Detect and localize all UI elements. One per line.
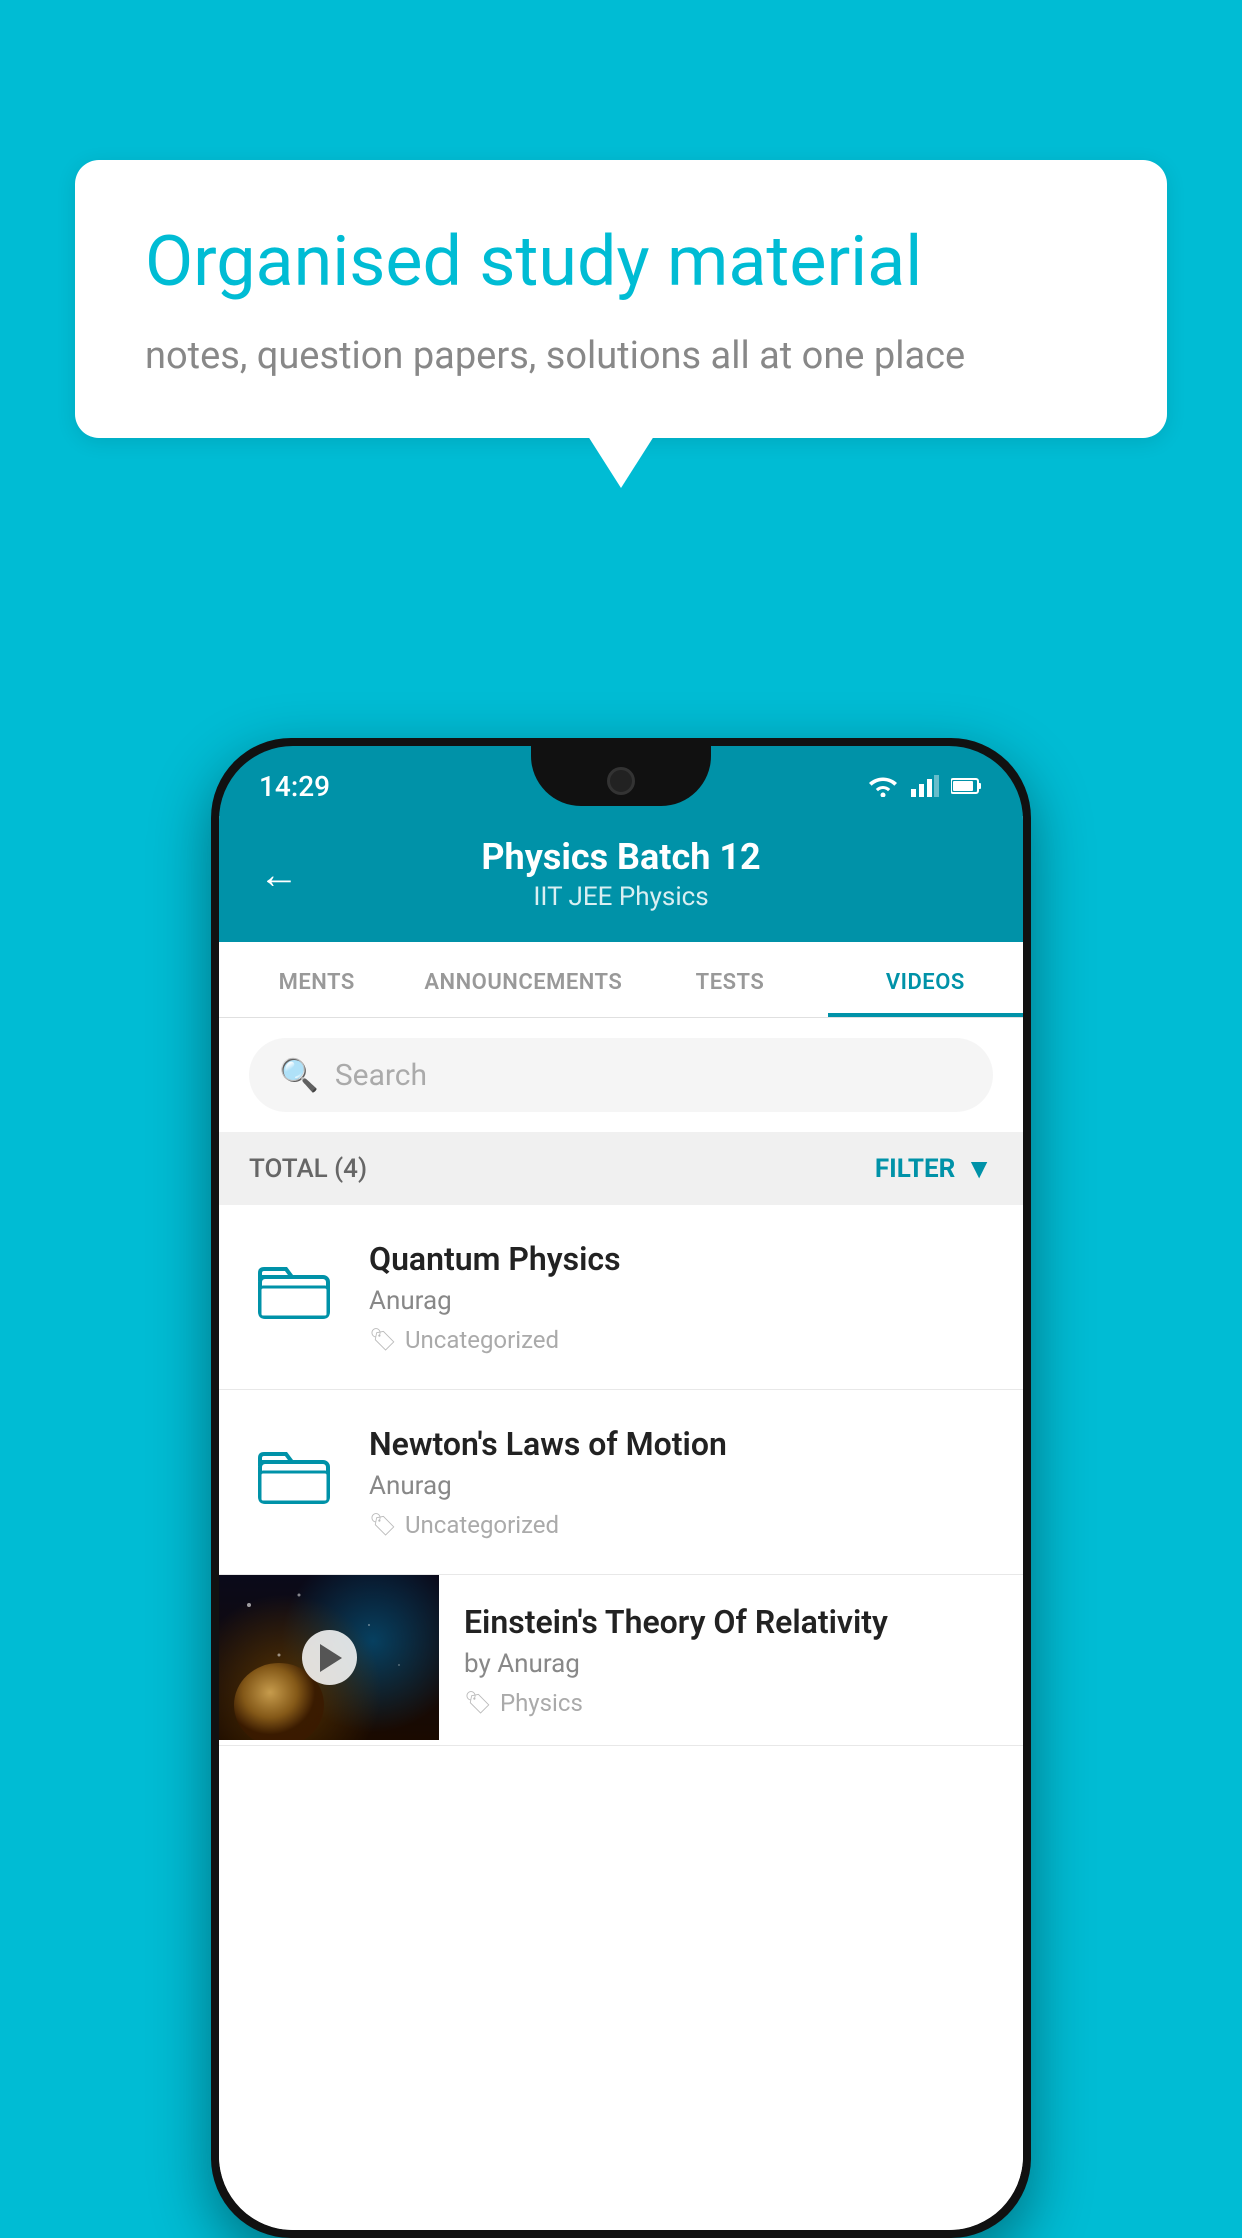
tab-announcements[interactable]: ANNOUNCEMENTS [414, 942, 632, 1017]
tab-videos[interactable]: VIDEOS [828, 942, 1023, 1017]
folder-icon [258, 1259, 330, 1321]
folder-icon-wrap [249, 1430, 339, 1520]
tag-label: Physics [500, 1689, 583, 1717]
item-author: Anurag [369, 1286, 993, 1316]
speech-bubble: Organised study material notes, question… [75, 160, 1167, 438]
tab-ments[interactable]: MENTS [219, 942, 414, 1017]
video-tag: 🏷 Physics [464, 1689, 998, 1717]
front-camera [607, 767, 635, 795]
tab-tests[interactable]: TESTS [632, 942, 827, 1017]
search-placeholder: Search [335, 1058, 427, 1093]
bubble-title: Organised study material [145, 220, 1097, 304]
list-item[interactable]: Newton's Laws of Motion Anurag 🏷 Uncateg… [219, 1390, 1023, 1575]
bubble-subtitle: notes, question papers, solutions all at… [145, 334, 1097, 378]
battery-icon [951, 777, 983, 795]
search-bar[interactable]: 🔍 Search [249, 1038, 993, 1112]
video-thumbnail [219, 1575, 439, 1740]
video-title: Einstein's Theory Of Relativity [464, 1603, 998, 1641]
item-author: Anurag [369, 1471, 993, 1501]
phone-notch [531, 746, 711, 806]
status-time: 14:29 [259, 770, 330, 803]
item-tag: 🏷 Uncategorized [369, 1326, 993, 1354]
play-triangle-icon [320, 1644, 342, 1672]
tag-icon: 🏷 [369, 1328, 397, 1353]
wifi-icon [867, 775, 899, 797]
total-count: TOTAL (4) [249, 1154, 367, 1184]
phone-inner: 14:29 [219, 746, 1023, 2230]
item-title: Quantum Physics [369, 1240, 993, 1278]
play-button[interactable] [302, 1630, 357, 1685]
search-icon: 🔍 [279, 1056, 319, 1094]
header-title: Physics Batch 12 [329, 836, 913, 878]
tag-icon: 🏷 [369, 1513, 397, 1538]
content-list: Quantum Physics Anurag 🏷 Uncategorized [219, 1205, 1023, 2230]
search-container: 🔍 Search [219, 1018, 1023, 1132]
signal-icon [911, 775, 939, 797]
app-header: ← Physics Batch 12 IIT JEE Physics [219, 816, 1023, 942]
folder-icon [258, 1444, 330, 1506]
video-list-item[interactable]: Einstein's Theory Of Relativity by Anura… [219, 1575, 1023, 1746]
tag-label: Uncategorized [405, 1511, 559, 1539]
filter-button[interactable]: FILTER ▼ [875, 1152, 993, 1185]
phone-screen: ← Physics Batch 12 IIT JEE Physics MENTS… [219, 816, 1023, 2230]
tag-label: Uncategorized [405, 1326, 559, 1354]
item-tag: 🏷 Uncategorized [369, 1511, 993, 1539]
list-item[interactable]: Quantum Physics Anurag 🏷 Uncategorized [219, 1205, 1023, 1390]
header-subtitle: IIT JEE Physics [329, 882, 913, 912]
filter-bar: TOTAL (4) FILTER ▼ [219, 1132, 1023, 1205]
filter-label: FILTER [875, 1154, 955, 1184]
back-button[interactable]: ← [259, 851, 299, 898]
header-title-group: Physics Batch 12 IIT JEE Physics [329, 836, 913, 912]
item-title: Newton's Laws of Motion [369, 1425, 993, 1463]
phone-frame: 14:29 [211, 738, 1031, 2238]
item-details: Quantum Physics Anurag 🏷 Uncategorized [369, 1240, 993, 1354]
item-details: Newton's Laws of Motion Anurag 🏷 Uncateg… [369, 1425, 993, 1539]
tabs-bar: MENTS ANNOUNCEMENTS TESTS VIDEOS [219, 942, 1023, 1018]
video-details: Einstein's Theory Of Relativity by Anura… [439, 1575, 1023, 1745]
status-icons [867, 775, 983, 797]
filter-funnel-icon: ▼ [965, 1152, 993, 1185]
video-author: by Anurag [464, 1649, 998, 1679]
tag-icon: 🏷 [464, 1691, 492, 1716]
folder-icon-wrap [249, 1245, 339, 1335]
speech-bubble-container: Organised study material notes, question… [75, 160, 1167, 438]
